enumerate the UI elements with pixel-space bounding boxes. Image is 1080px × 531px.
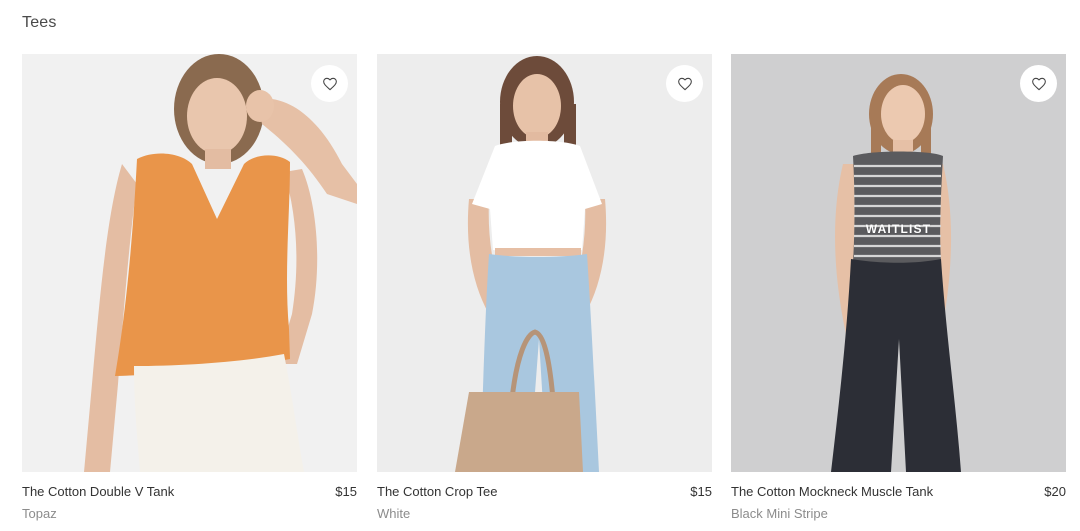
product-price: $20 (1044, 484, 1066, 499)
wishlist-button[interactable] (311, 65, 348, 102)
product-image[interactable] (22, 54, 357, 472)
heart-icon (1031, 77, 1046, 90)
product-card[interactable]: The Cotton Double V Tank $15 Topaz (22, 54, 357, 524)
waitlist-label[interactable]: WAITLIST (731, 222, 1066, 236)
product-price: $15 (335, 484, 357, 499)
product-price: $15 (690, 484, 712, 499)
product-name[interactable]: The Cotton Double V Tank (22, 483, 174, 501)
heart-icon (322, 77, 337, 90)
product-card[interactable]: The Cotton Crop Tee $15 White (377, 54, 712, 524)
product-image[interactable] (377, 54, 712, 472)
product-color: Topaz (22, 506, 57, 521)
wishlist-button[interactable] (1020, 65, 1057, 102)
heart-icon (677, 77, 692, 90)
product-image[interactable]: WAITLIST (731, 54, 1066, 472)
product-grid-page: Tees The Cotton Double V Tank $15 Topaz … (0, 0, 1080, 531)
section-title: Tees (22, 14, 57, 31)
product-photo (84, 54, 357, 472)
product-photo (831, 74, 961, 472)
wishlist-button[interactable] (666, 65, 703, 102)
product-name[interactable]: The Cotton Mockneck Muscle Tank (731, 483, 933, 501)
product-name[interactable]: The Cotton Crop Tee (377, 483, 497, 501)
product-card[interactable]: WAITLIST The Cotton Mockneck Muscle Tank… (731, 54, 1066, 524)
product-color: White (377, 506, 411, 521)
product-photo (455, 56, 607, 472)
product-color: Black Mini Stripe (731, 506, 828, 521)
